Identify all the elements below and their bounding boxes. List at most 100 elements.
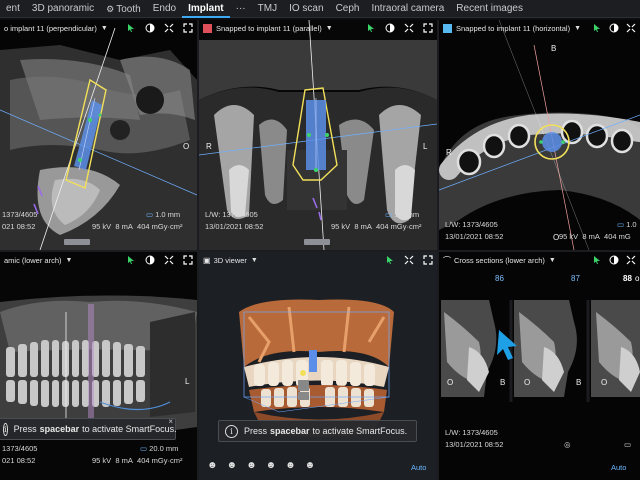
cursor-icon[interactable] <box>126 255 136 265</box>
orientation-label-o: O <box>601 378 608 387</box>
slice-handle[interactable] <box>304 239 330 245</box>
crosshair-icon[interactable] <box>404 23 414 33</box>
info-icon: i <box>3 422 8 436</box>
orientation-label-b: B <box>500 378 506 387</box>
slice-number: 86 <box>495 274 504 283</box>
contrast-icon[interactable] <box>385 23 395 33</box>
crosshair-icon[interactable] <box>164 23 174 33</box>
close-icon[interactable]: × <box>168 417 173 426</box>
tab-recent-images[interactable]: Recent images <box>450 0 529 18</box>
crosshair-icon[interactable] <box>626 255 636 265</box>
acquisition-date: 13/01/2021 08:52 <box>445 440 504 449</box>
viewport-parallel[interactable]: Snapped to implant 11 (parallel) ▼ R L L… <box>199 20 437 250</box>
exposure-readout: 95 kV 8 mA 404 mGy·cm² <box>92 222 183 231</box>
tab-io-scan[interactable]: IO scan <box>283 0 329 18</box>
chevron-down-icon[interactable]: ▼ <box>101 25 108 32</box>
tab-ent[interactable]: ent <box>0 0 26 18</box>
lw-readout: 1373/4605 <box>2 444 38 453</box>
layers-icon: ▭ <box>140 444 150 453</box>
layers-icon: ▭ <box>385 210 395 219</box>
cube-icon: ▣ <box>203 255 211 265</box>
horizontal-slice-image <box>439 20 640 250</box>
skull-front-icon[interactable]: ☻ <box>207 460 218 471</box>
acquisition-date: 021 08:52 <box>2 456 36 465</box>
chevron-down-icon[interactable]: ▼ <box>574 25 581 32</box>
orientation-label-left: R <box>446 148 452 157</box>
tab-endo[interactable]: Endo <box>147 0 182 18</box>
crosshair-icon[interactable] <box>404 255 414 265</box>
exposure-readout: 95 kV 8 mA 404 mG <box>559 232 631 241</box>
tab-tooth[interactable]: ⚙ Tooth <box>100 0 147 18</box>
fullscreen-icon[interactable] <box>423 23 433 33</box>
viewport-header: ⌒ Cross sections (lower arch) ▼ <box>439 252 640 268</box>
lw-readout: L/W: 1373/4605 <box>445 220 498 229</box>
slice-thickness: ▭ 20.0 mm <box>140 444 179 453</box>
viewport-perpendicular[interactable]: o implant 11 (perpendicular) ▼ O 1373/46… <box>0 20 197 250</box>
chevron-down-icon[interactable]: ▼ <box>549 257 556 264</box>
contrast-icon[interactable] <box>145 23 155 33</box>
color-swatch <box>203 23 212 33</box>
contrast-icon[interactable] <box>609 255 619 265</box>
slice-thickness: ▭ 1.0 mm <box>146 210 181 219</box>
gear-icon: ⚙ <box>106 3 115 14</box>
viewport-header: ▣ 3D viewer ▼ <box>199 252 437 268</box>
fullscreen-icon[interactable] <box>183 255 193 265</box>
viewport-header: o implant 11 (perpendicular) ▼ <box>0 20 197 36</box>
fullscreen-icon[interactable] <box>423 255 433 265</box>
viewport-panoramic[interactable]: amic (lower arch) ▼ L i Press spacebar to … <box>0 252 197 480</box>
slice-handle[interactable] <box>64 239 90 245</box>
orientation-label-b: B <box>576 378 582 387</box>
viewport-title: Snapped to implant 11 (horizontal) <box>456 23 571 33</box>
tab-tmj[interactable]: TMJ <box>252 0 283 18</box>
info-icon: i <box>225 424 238 438</box>
viewport-title: o implant 11 (perpendicular) <box>4 23 97 33</box>
viewport-horizontal[interactable]: Snapped to implant 11 (horizontal) ▼ B R… <box>439 20 640 250</box>
slice-thickness: ▭ 1.0 <box>617 220 637 229</box>
chevron-down-icon[interactable]: ▼ <box>66 257 73 264</box>
lw-readout: 1373/4605 <box>2 210 38 219</box>
exposure-readout: 95 kV 8 mA 404 mGy·cm² <box>331 222 422 231</box>
crosshair-icon[interactable] <box>164 255 174 265</box>
acquisition-date: 13/01/2021 08:52 <box>205 222 264 231</box>
viewport-3d-viewer[interactable]: ▣ 3D viewer ▼ i Press spacebar to activate… <box>199 252 437 480</box>
slice-suffix: o <box>635 274 640 283</box>
skull-rotate-icon[interactable]: ☻ <box>305 460 316 471</box>
cursor-icon[interactable] <box>592 255 602 265</box>
cursor-icon[interactable] <box>385 255 395 265</box>
smartfocus-banner: i Press spacebar to activate SmartFocus. <box>218 420 417 442</box>
viewport-cross-sections[interactable]: ⌒ Cross sections (lower arch) ▼ 86 87 88… <box>439 252 640 480</box>
crosshair-icon[interactable] <box>626 23 636 33</box>
tab-intraoral-camera[interactable]: Intraoral camera <box>365 0 450 18</box>
auto-button[interactable]: Auto <box>611 463 626 472</box>
orientation-icon: ◎ <box>564 440 571 449</box>
cursor-icon[interactable] <box>126 23 136 33</box>
chevron-down-icon[interactable]: ▼ <box>326 25 333 32</box>
tab-implant[interactable]: Implant <box>182 0 230 18</box>
skull-right-icon[interactable]: ☻ <box>266 460 277 471</box>
skull-top-icon[interactable]: ☻ <box>285 460 296 471</box>
tab-more[interactable]: ··· <box>230 0 252 18</box>
viewport-title: Cross sections (lower arch) <box>454 255 545 265</box>
fullscreen-icon[interactable] <box>183 23 193 33</box>
orientation-label-o: O <box>524 378 531 387</box>
contrast-icon[interactable] <box>609 23 619 33</box>
orientation-label-top: B <box>551 44 557 53</box>
chevron-down-icon[interactable]: ▼ <box>251 257 258 264</box>
tab-bar: ent 3D panoramic ⚙ Tooth Endo Implant ···… <box>0 0 640 18</box>
color-swatch <box>443 23 452 33</box>
orientation-label-left: R <box>206 142 212 151</box>
viewport-header: Snapped to implant 11 (horizontal) ▼ <box>439 20 640 36</box>
cursor-icon[interactable] <box>366 23 376 33</box>
auto-button[interactable]: Auto <box>411 463 426 472</box>
contrast-icon[interactable] <box>145 255 155 265</box>
lw-readout: L/W: 1373/4605 <box>205 210 258 219</box>
viewport-title: 3D viewer <box>213 255 247 265</box>
skull-side-icon[interactable]: ☻ <box>227 460 238 471</box>
tab-ceph[interactable]: Ceph <box>330 0 366 18</box>
tab-3d-panoramic[interactable]: 3D panoramic <box>26 0 100 18</box>
skull-left-icon[interactable]: ☻ <box>246 460 257 471</box>
viewport-header: amic (lower arch) ▼ <box>0 252 197 268</box>
cursor-icon[interactable] <box>592 23 602 33</box>
orientation-label-right: L <box>423 142 428 151</box>
lw-readout: L/W: 1373/4605 <box>445 428 498 437</box>
